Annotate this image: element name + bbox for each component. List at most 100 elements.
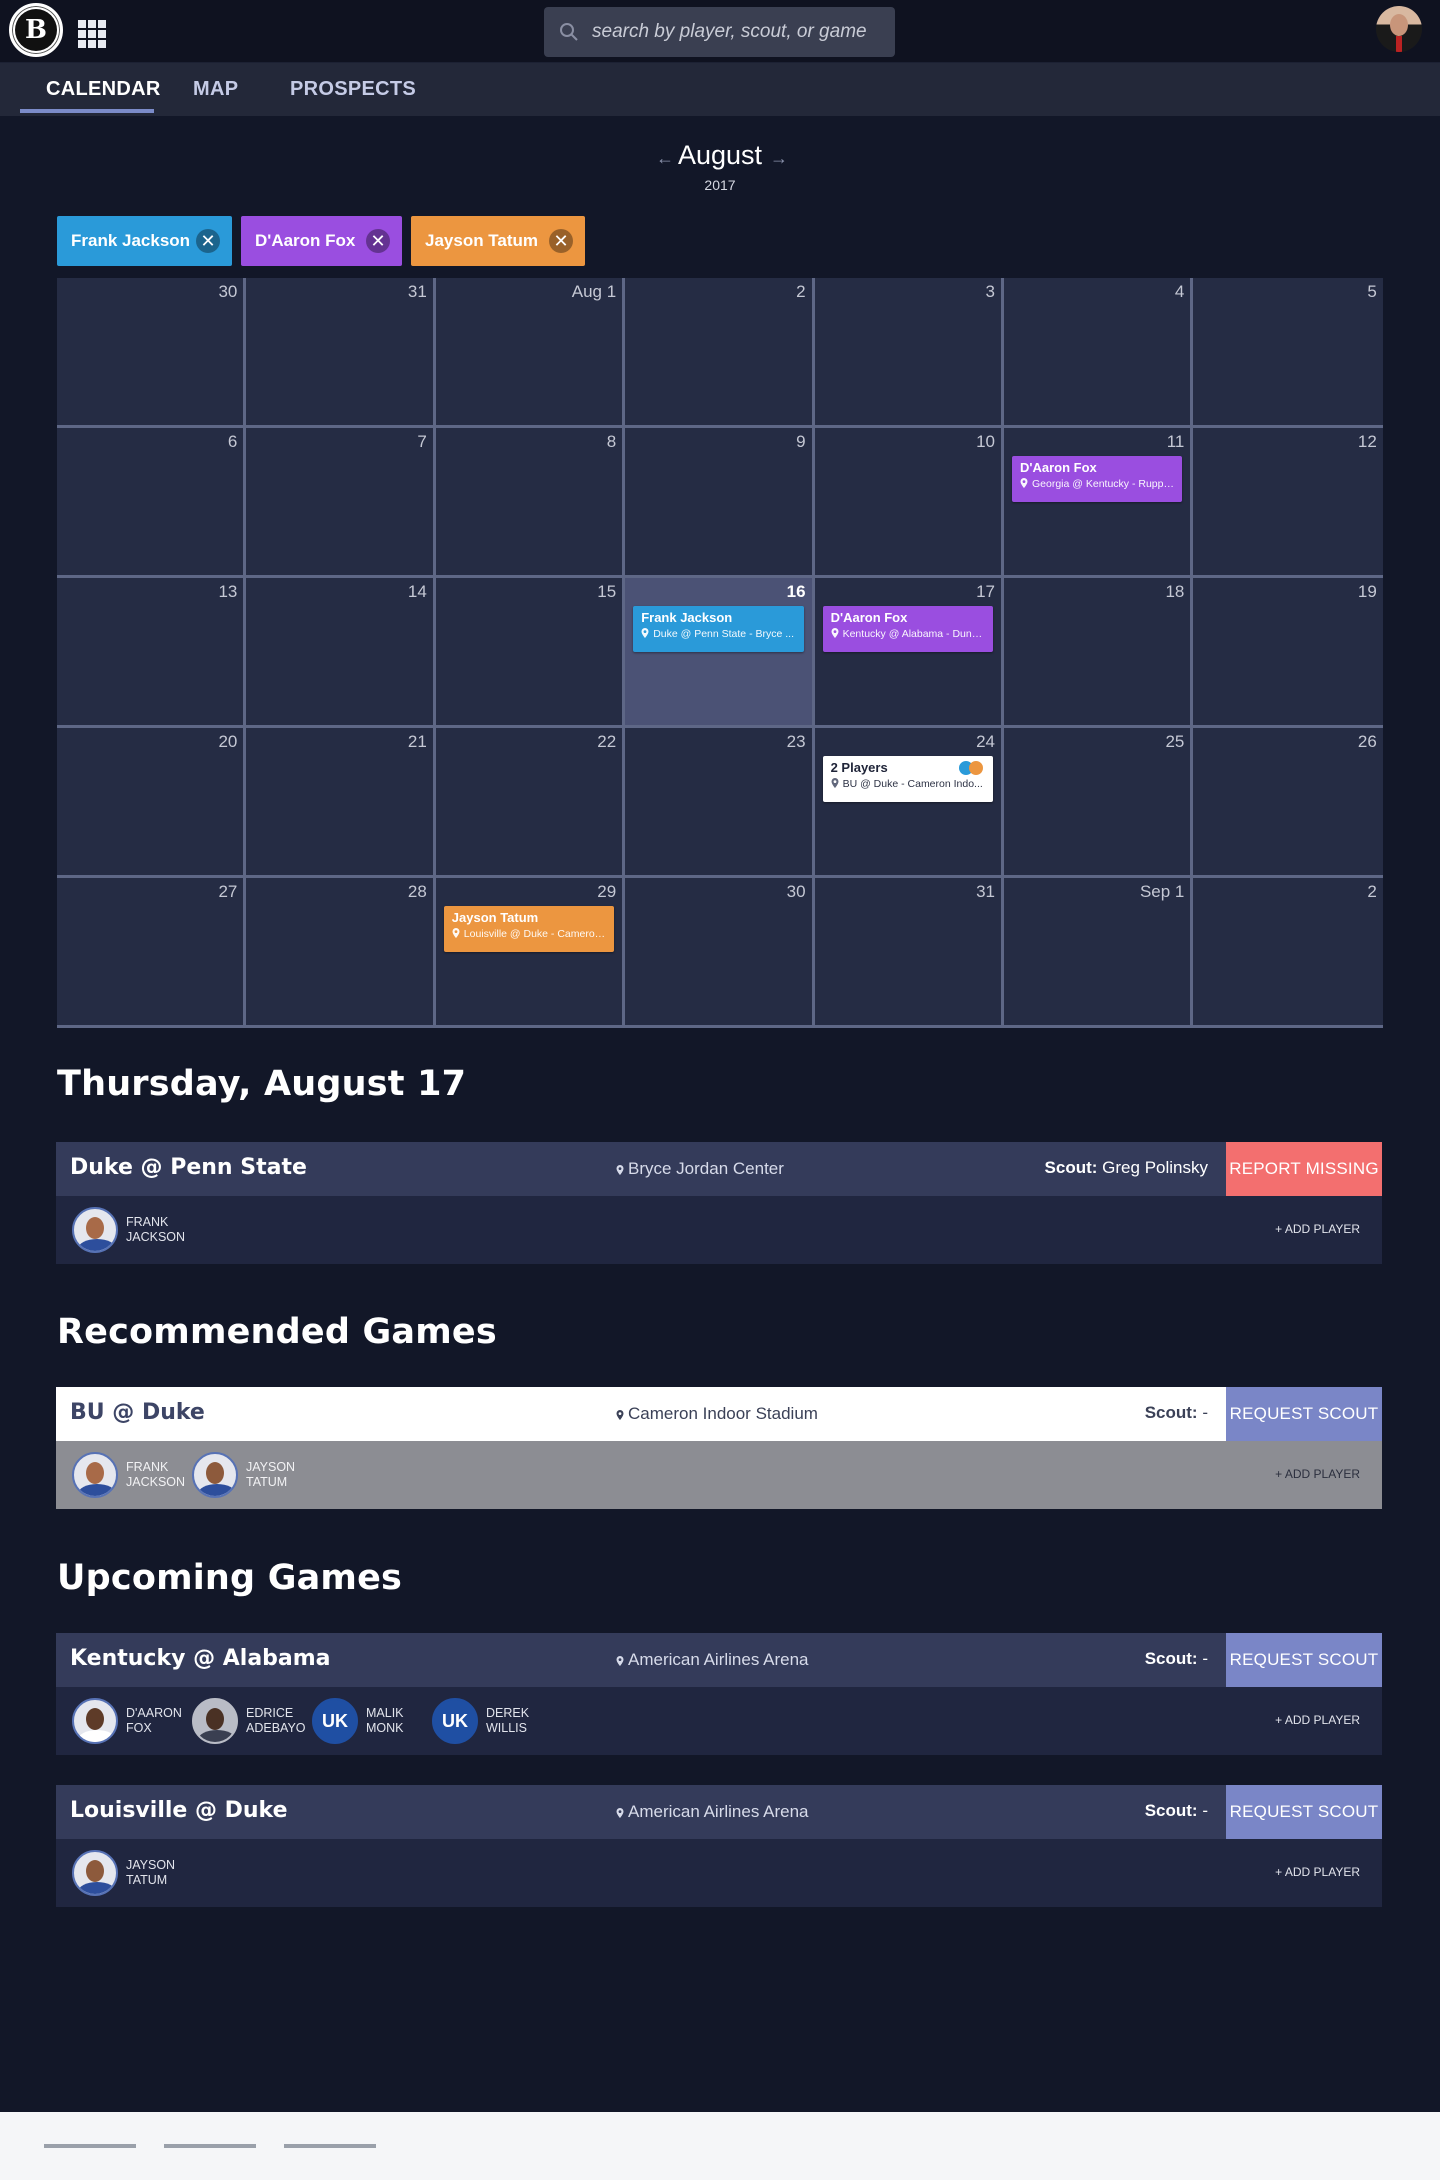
calendar-day-cell[interactable]: 28	[246, 878, 436, 1028]
calendar-day-cell[interactable]: 31	[246, 278, 436, 428]
player-derek-willis[interactable]: UK DEREK WILLIS	[432, 1698, 566, 1744]
calendar-day-cell[interactable]: 11 D'Aaron Fox Georgia @ Kentucky - Rupp .…	[1004, 428, 1194, 578]
day-number: 4	[1174, 282, 1185, 301]
calendar-day-cell[interactable]: 27	[57, 878, 247, 1028]
calendar-day-cell[interactable]: 4	[1004, 278, 1194, 428]
game-card-header: BU @ Duke Cameron Indoor Stadium Scout: …	[56, 1387, 1382, 1441]
request-scout-button[interactable]: REQUEST SCOUT	[1226, 1633, 1382, 1687]
event-location: Louisville @ Duke - Cameron...	[452, 928, 606, 940]
calendar-event[interactable]: 2 Players BU @ Duke - Cameron Indo...	[822, 756, 993, 802]
calendar-day-cell[interactable]: 25	[1004, 728, 1194, 878]
player-avatar	[192, 1452, 238, 1498]
add-player-link[interactable]: + ADD PLAYER	[1275, 1467, 1360, 1481]
player-jayson-tatum[interactable]: JAYSON TATUM	[72, 1850, 206, 1896]
calendar-day-cell[interactable]: 26	[1193, 728, 1383, 878]
calendar-day-cell[interactable]: 20	[57, 728, 247, 878]
calendar-day-cell[interactable]: 7	[246, 428, 436, 578]
calendar-day-cell[interactable]: 8	[435, 428, 626, 578]
chip-label: D'Aaron Fox	[255, 231, 356, 250]
location-pin-icon	[616, 1656, 624, 1666]
calendar-day-cell[interactable]: 14	[246, 578, 436, 728]
calendar-day-cell[interactable]: 18	[1004, 578, 1194, 728]
calendar-day-cell[interactable]: 3	[814, 278, 1004, 428]
month-label: August	[677, 140, 763, 170]
player-edrice-adebayo[interactable]: EDRICE ADEBAYO	[192, 1698, 326, 1744]
calendar-day-cell[interactable]: 17 D'Aaron Fox Kentucky @ Alabama - Dunn..…	[814, 578, 1004, 728]
apps-grid-icon[interactable]	[78, 20, 106, 48]
day-number: 10	[976, 432, 995, 451]
player-frank-jackson[interactable]: FRANK JACKSON	[72, 1452, 206, 1498]
day-number: 11	[1166, 432, 1185, 451]
calendar-day-cell[interactable]: 19	[1193, 578, 1383, 728]
calendar-day-cell[interactable]: 16 Frank Jackson Duke @ Penn State - Bryce…	[625, 578, 815, 728]
search-input[interactable]	[592, 7, 882, 57]
calendar-day-cell[interactable]: 21	[246, 728, 436, 878]
calendar-event[interactable]: Jayson Tatum Louisville @ Duke - Cameron.…	[443, 906, 615, 952]
game-title[interactable]: Kentucky @ Alabama	[70, 1646, 331, 1671]
calendar-event[interactable]: D'Aaron Fox Georgia @ Kentucky - Rupp ...	[1012, 456, 1183, 502]
add-player-link[interactable]: + ADD PLAYER	[1275, 1713, 1360, 1727]
game-card-kentucky-alabama[interactable]: Kentucky @ Alabama American Airlines Are…	[56, 1633, 1382, 1755]
tab-map[interactable]: MAP	[193, 63, 238, 116]
game-title[interactable]: Duke @ Penn State	[70, 1155, 307, 1180]
player-frank-jackson[interactable]: FRANK JACKSON	[72, 1207, 206, 1253]
calendar-day-cell[interactable]: 2	[1193, 878, 1383, 1028]
calendar-day-cell[interactable]: 23	[625, 728, 815, 878]
next-month-arrow-icon[interactable]: →	[770, 148, 788, 169]
user-avatar[interactable]	[1376, 6, 1422, 52]
calendar-event[interactable]: D'Aaron Fox Kentucky @ Alabama - Dunn...	[822, 606, 993, 652]
nets-logo[interactable]: B	[9, 3, 63, 57]
game-card-header: Louisville @ Duke American Airlines Aren…	[56, 1785, 1382, 1839]
calendar-day-cell[interactable]: 2	[625, 278, 815, 428]
filter-chip-daaron-fox: D'Aaron Fox ✕	[241, 216, 402, 266]
calendar-day-cell[interactable]: 13	[57, 578, 247, 728]
calendar-day-cell[interactable]: 9	[625, 428, 815, 578]
calendar-day-cell[interactable]: 12	[1193, 428, 1383, 578]
close-icon[interactable]: ✕	[366, 229, 390, 253]
prev-month-arrow-icon[interactable]: ←	[656, 148, 674, 169]
calendar-day-cell[interactable]: 30	[57, 278, 247, 428]
add-player-link[interactable]: + ADD PLAYER	[1275, 1222, 1360, 1236]
player-avatar	[72, 1207, 118, 1253]
footer-link-placeholder[interactable]	[164, 2144, 256, 2148]
chip-label: Jayson Tatum	[425, 231, 539, 250]
player-avatar	[72, 1850, 118, 1896]
report-missing-button[interactable]: REPORT MISSING	[1226, 1142, 1382, 1196]
footer-link-placeholder[interactable]	[284, 2144, 376, 2148]
player-jayson-tatum[interactable]: JAYSON TATUM	[192, 1452, 326, 1498]
calendar-day-cell[interactable]: 5	[1193, 278, 1383, 428]
player-daaron-fox[interactable]: D'AARON FOX	[72, 1698, 206, 1744]
player-malik-monk[interactable]: UK MALIK MONK	[312, 1698, 446, 1744]
location-pin-icon	[641, 628, 649, 638]
close-icon[interactable]: ✕	[549, 229, 573, 253]
calendar-day-cell[interactable]: Sep 1	[1004, 878, 1194, 1028]
location-pin-icon	[452, 928, 460, 938]
add-player-link[interactable]: + ADD PLAYER	[1275, 1865, 1360, 1879]
location-pin-icon	[1020, 478, 1028, 488]
calendar-day-cell[interactable]: 10	[814, 428, 1004, 578]
calendar-day-cell[interactable]: 30	[625, 878, 815, 1028]
calendar-day-cell[interactable]: 6	[57, 428, 247, 578]
request-scout-button[interactable]: REQUEST SCOUT	[1226, 1387, 1382, 1441]
calendar-event[interactable]: Frank Jackson Duke @ Penn State - Bryce .…	[633, 606, 804, 652]
game-card-bu-duke[interactable]: BU @ Duke Cameron Indoor Stadium Scout: …	[56, 1387, 1382, 1509]
game-card-duke-penn-state[interactable]: Duke @ Penn State Bryce Jordan Center Sc…	[56, 1142, 1382, 1264]
game-title[interactable]: BU @ Duke	[70, 1400, 205, 1425]
calendar-day-cell[interactable]: 31	[814, 878, 1004, 1028]
request-scout-button[interactable]: REQUEST SCOUT	[1226, 1785, 1382, 1839]
calendar-day-cell[interactable]: 24 2 Players BU @ Duke - Cameron Indo...	[814, 728, 1004, 878]
calendar-day-cell[interactable]: 22	[435, 728, 626, 878]
tab-prospects[interactable]: PROSPECTS	[290, 63, 416, 116]
event-name: Frank Jackson	[641, 610, 733, 625]
event-location: Georgia @ Kentucky - Rupp ...	[1020, 478, 1174, 490]
calendar-day-cell[interactable]: Aug 1	[435, 278, 626, 428]
game-card-louisville-duke[interactable]: Louisville @ Duke American Airlines Aren…	[56, 1785, 1382, 1907]
calendar-day-cell[interactable]: 15	[435, 578, 626, 728]
game-title[interactable]: Louisville @ Duke	[70, 1798, 288, 1823]
calendar-day-cell[interactable]: 29 Jayson Tatum Louisville @ Duke - Camero…	[435, 878, 626, 1028]
footer-link-placeholder[interactable]	[44, 2144, 136, 2148]
location-pin-icon	[831, 628, 839, 638]
event-location-text: Kentucky @ Alabama - Dunn...	[842, 628, 985, 640]
event-location-text: Louisville @ Duke - Cameron...	[463, 928, 607, 940]
close-icon[interactable]: ✕	[196, 229, 220, 253]
